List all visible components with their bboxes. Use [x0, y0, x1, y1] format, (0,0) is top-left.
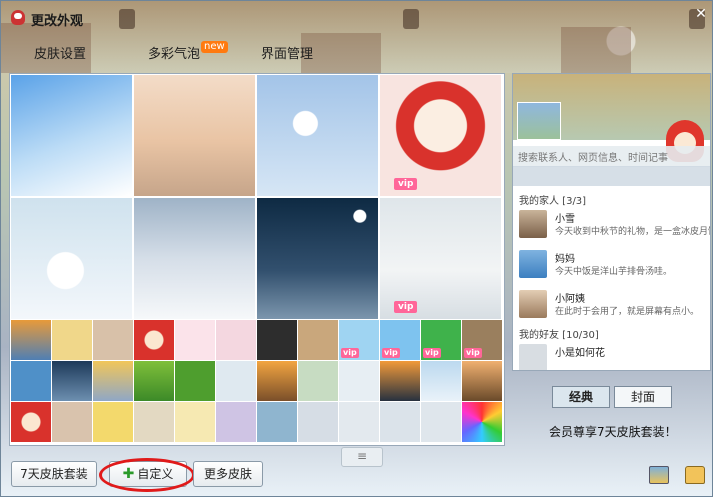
plus-icon: ✚	[122, 466, 135, 482]
image-icon[interactable]	[649, 466, 669, 484]
custom-skin-label: 自定义	[137, 467, 174, 481]
small-skin-grid: vip vip vip vip	[11, 320, 503, 444]
preview-group-family: 我的家人 [3/3]	[519, 196, 587, 207]
preview-contact: 小雪 今天收到中秋节的礼物，是一盒冰皮月饼	[519, 210, 710, 240]
skin-thumbnail[interactable]	[257, 361, 297, 401]
skin-thumbnail[interactable]	[52, 361, 92, 401]
preview-avatar	[517, 102, 561, 140]
skin-package-button[interactable]: 7天皮肤套装	[11, 461, 97, 487]
skin-thumbnail[interactable]	[134, 75, 255, 196]
skin-thumbnail[interactable]	[257, 198, 378, 319]
vip-badge: vip	[394, 301, 418, 313]
avatar	[519, 344, 547, 370]
skin-thumbnail[interactable]	[257, 402, 297, 442]
tab-interface-management[interactable]: 界面管理	[261, 43, 313, 62]
skin-thumbnail[interactable]	[93, 402, 133, 442]
skin-thumbnail[interactable]	[380, 361, 420, 401]
new-badge: new	[201, 41, 228, 53]
preview-search: 搜索联系人、网页信息、时间记事	[513, 146, 710, 167]
skin-thumbnail[interactable]: vip	[462, 320, 502, 360]
change-appearance-window: 更改外观 ✕ 皮肤设置 多彩气泡 new 界面管理 vip vip vip vi…	[0, 0, 713, 497]
skin-thumbnail[interactable]	[175, 320, 215, 360]
more-skins-button[interactable]: 更多皮肤	[193, 461, 263, 487]
tab-skin-settings[interactable]: 皮肤设置	[34, 43, 86, 62]
preview-tabs	[513, 166, 710, 186]
skin-thumbnail[interactable]	[421, 361, 461, 401]
preview-group-friends: 我的好友 [10/30]	[519, 330, 599, 341]
skin-thumbnail[interactable]	[11, 402, 51, 442]
skin-thumbnail[interactable]	[134, 320, 174, 360]
skin-thumbnail[interactable]	[134, 402, 174, 442]
skin-thumbnail[interactable]	[93, 361, 133, 401]
skin-thumbnail[interactable]	[257, 75, 378, 196]
preview-search-text: 搜索联系人、网页信息、时间记事	[518, 153, 668, 164]
member-promo-text: 会员尊享7天皮肤套装！	[549, 425, 677, 439]
skin-thumbnail[interactable]	[175, 361, 215, 401]
avatar	[519, 290, 547, 318]
skin-thumbnail[interactable]	[11, 361, 51, 401]
skin-thumbnail[interactable]	[175, 402, 215, 442]
vip-badge: vip	[394, 178, 418, 190]
vip-badge: vip	[382, 348, 400, 358]
window-title: 更改外观	[31, 14, 84, 29]
skin-thumbnail[interactable]	[462, 361, 502, 401]
skin-thumbnail[interactable]: vip	[421, 320, 461, 360]
preview-contact: 小是如何花	[519, 344, 705, 370]
skin-thumbnail[interactable]	[216, 402, 256, 442]
tab-bar: 皮肤设置 多彩气泡 new 界面管理	[1, 39, 421, 65]
skin-thumbnail[interactable]	[298, 361, 338, 401]
close-icon[interactable]: ✕	[694, 7, 708, 21]
shirt-icon[interactable]	[685, 466, 705, 484]
skin-thumbnail[interactable]	[216, 320, 256, 360]
skin-thumbnail[interactable]	[339, 361, 379, 401]
skin-thumbnail[interactable]	[11, 75, 132, 196]
custom-skin-button[interactable]: ✚ 自定义	[109, 461, 187, 487]
skin-thumbnail[interactable]	[298, 320, 338, 360]
skin-thumbnail[interactable]: vip	[380, 75, 501, 196]
vip-badge: vip	[464, 348, 482, 358]
skin-thumbnail[interactable]	[339, 402, 379, 442]
skin-thumbnail[interactable]	[11, 198, 132, 319]
skin-thumbnail[interactable]	[52, 320, 92, 360]
title-bar: 更改外观 ✕	[1, 1, 712, 35]
skin-thumbnail[interactable]	[93, 320, 133, 360]
skin-thumbnail[interactable]: vip	[380, 320, 420, 360]
bottom-toolbar: 7天皮肤套装 ✚ 自定义 更多皮肤	[1, 456, 712, 496]
skin-thumbnail[interactable]: vip	[339, 320, 379, 360]
skin-thumbnail[interactable]	[421, 402, 461, 442]
large-skin-grid: vip vip	[11, 75, 503, 319]
preview-contact: 妈妈 今天中饭是洋山芋排骨汤哇。	[519, 250, 705, 280]
skin-thumbnail[interactable]	[462, 402, 502, 442]
avatar	[519, 250, 547, 278]
tab-colorful-bubbles[interactable]: 多彩气泡	[148, 43, 200, 62]
skin-thumbnail[interactable]	[216, 361, 256, 401]
vip-badge: vip	[423, 348, 441, 358]
skin-thumbnail[interactable]	[52, 402, 92, 442]
skin-thumbnail[interactable]	[11, 320, 51, 360]
skin-thumbnail[interactable]	[134, 198, 255, 319]
skin-thumbnail[interactable]	[298, 402, 338, 442]
preview-contact: 小阿姨 在此时于会用了，就是屏幕有点小。	[519, 290, 705, 320]
skin-thumbnail[interactable]	[134, 361, 174, 401]
skin-thumbnail[interactable]	[257, 320, 297, 360]
skin-thumbnail[interactable]: vip	[380, 198, 501, 319]
avatar	[519, 210, 547, 238]
skin-thumbnail[interactable]	[380, 402, 420, 442]
skin-preview-panel: 搜索联系人、网页信息、时间记事 我的家人 [3/3] 小雪 今天收到中秋节的礼物…	[512, 73, 711, 371]
skin-gallery: vip vip vip vip vip vip	[9, 73, 505, 446]
vip-badge: vip	[341, 348, 359, 358]
app-logo-icon	[11, 10, 25, 25]
view-mode-cover[interactable]: 封面	[614, 386, 672, 408]
view-mode-classic[interactable]: 经典	[552, 386, 610, 408]
